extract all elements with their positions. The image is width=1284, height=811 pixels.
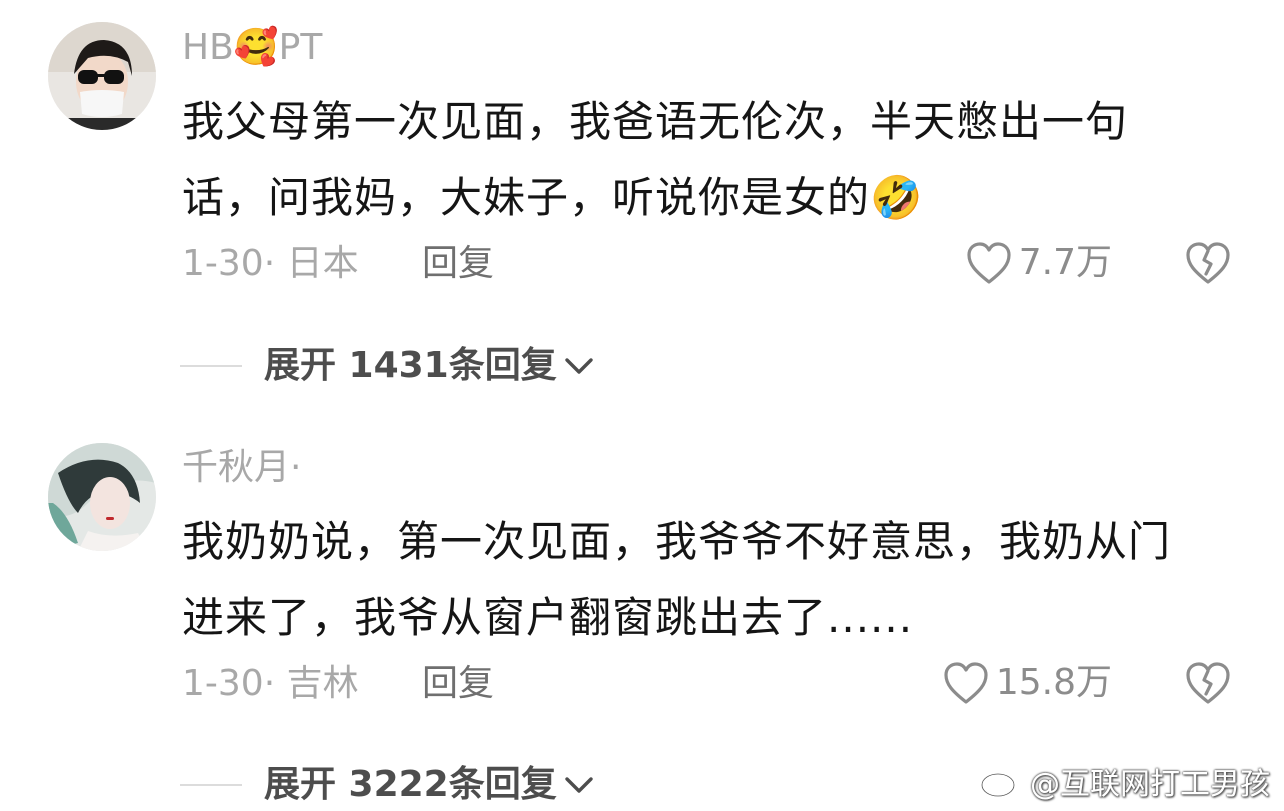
broken-heart-icon [1186, 662, 1230, 704]
comment-text: 我奶奶说，第一次见面，我爷爷不好意思，我奶从门进来了，我爷从窗户翻窗跳出去了..… [182, 517, 1172, 642]
divider-line [180, 784, 242, 786]
avatar-image [48, 443, 156, 551]
watermark: @互联网打工男孩 [980, 759, 1270, 803]
expand-replies-label: 展开 3222条回复 [264, 764, 557, 805]
like-count: 15.8万 [995, 662, 1112, 703]
dislike-button[interactable] [1184, 660, 1232, 710]
chevron-down-icon [565, 777, 593, 793]
comment-meta: 1-30· 吉林 [182, 663, 359, 704]
heart-outline-icon [944, 662, 988, 704]
reply-button[interactable]: 回复 [422, 662, 494, 706]
username[interactable]: 千秋月· [182, 446, 301, 490]
weibo-icon [980, 767, 1021, 798]
watermark-text: @互联网打工男孩 [1030, 767, 1270, 802]
expand-replies-button[interactable]: 展开 3222条回复 [180, 763, 597, 807]
comment-item: 千秋月· 我奶奶说，第一次见面，我爷爷不好意思，我奶从门进来了，我爷从窗户翻窗跳… [0, 0, 1284, 811]
avatar[interactable] [48, 443, 156, 551]
like-button[interactable]: 15.8万 [942, 660, 1112, 706]
